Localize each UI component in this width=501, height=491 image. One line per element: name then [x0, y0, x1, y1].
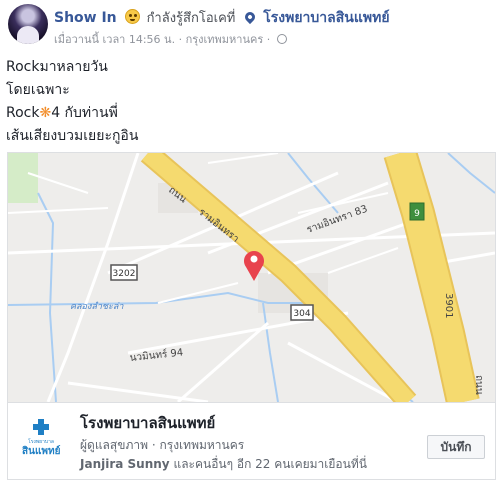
medical-cross-icon [33, 419, 49, 435]
post-line-text: 4 กับท่านพี่ [51, 105, 118, 121]
feeling-text: กำลังรู้สึกโอเคที่ [146, 11, 236, 26]
road-label-right: ถนน [473, 375, 484, 395]
post-body: Rockมาหลายวัน โดยเฉพาะ Rock❋4 กับท่านพี่… [6, 56, 138, 148]
rock-word: Rock [6, 105, 40, 121]
map[interactable]: ถนน รามอินทรา รามอินทรา 83 นวมินทร์ 94 ค… [8, 153, 495, 410]
canal-label: คลองลำชะล่า [70, 301, 124, 312]
post-location[interactable]: กรุงเทพมหานคร [186, 33, 264, 46]
post-header: Show In กำลังรู้สึกโอเคที่ โรงพยาบาลสินแ… [8, 4, 498, 48]
place-card[interactable]: ถนน รามอินทรา รามอินทรา 83 นวมินทร์ 94 ค… [7, 152, 496, 480]
meta-separator: · [178, 33, 183, 46]
post-line: โดยเฉพาะ [6, 82, 70, 98]
hospital-logo[interactable]: โรงพยาบาล สินแพทย์ [22, 419, 60, 459]
save-button[interactable]: บันทึก [427, 435, 485, 459]
post-headline: Show In กำลังรู้สึกโอเคที่ โรงพยาบาลสินแ… [54, 9, 390, 28]
avatar[interactable] [8, 4, 48, 44]
post-timestamp[interactable]: เมื่อวานนี้ เวลา 14:56 น. [54, 33, 175, 46]
smiling-face-icon [125, 9, 141, 24]
author-name[interactable]: Show In [54, 10, 117, 26]
meta-separator: · [151, 438, 156, 452]
highway-shield-3202-text: 3202 [113, 269, 136, 279]
place-link[interactable]: โรงพยาบาลสินแพทย์ [263, 10, 389, 26]
place-visitors: Janjira Sunny และคนอื่นๆ อีก 22 คนเคยมาเ… [80, 455, 367, 474]
post-line: Rock❋4 กับท่านพี่ [6, 102, 138, 125]
place-category-label: ผู้ดูแลสุขภาพ [80, 438, 148, 452]
post-meta: เมื่อวานนี้ เวลา 14:56 น. · กรุงเทพมหานค… [54, 30, 287, 48]
location-pin-icon [242, 9, 257, 25]
highway-shield-304-text: 304 [293, 309, 310, 319]
visitor-rest: และคนอื่นๆ อีก 22 คนเคยมาเยือนที่นี่ [173, 457, 367, 471]
logo-text-bottom: สินแพทย์ [22, 446, 61, 457]
globe-icon[interactable] [276, 34, 287, 44]
map-graphic: ถนน รามอินทรา รามอินทรา 83 นวมินทร์ 94 ค… [8, 153, 495, 410]
place-footer: โรงพยาบาล สินแพทย์ โรงพยาบาลสินแพทย์ ผู้… [8, 402, 495, 479]
place-city: กรุงเทพมหานคร [159, 438, 245, 452]
rock-symbol: ❋ [39, 105, 52, 121]
meta-separator: · [266, 33, 271, 46]
post-line: เส้นเสียงบวมเยยะกูอิน [6, 128, 139, 144]
highway-shield-9-text: 9 [414, 209, 420, 219]
visitor-name[interactable]: Janjira Sunny [80, 457, 170, 471]
highway-label-3901: 3901 [443, 293, 454, 318]
place-category: ผู้ดูแลสุขภาพ · กรุงเทพมหานคร [80, 436, 244, 455]
place-title[interactable]: โรงพยาบาลสินแพทย์ [80, 411, 215, 435]
post-line: Rockมาหลายวัน [6, 59, 108, 75]
